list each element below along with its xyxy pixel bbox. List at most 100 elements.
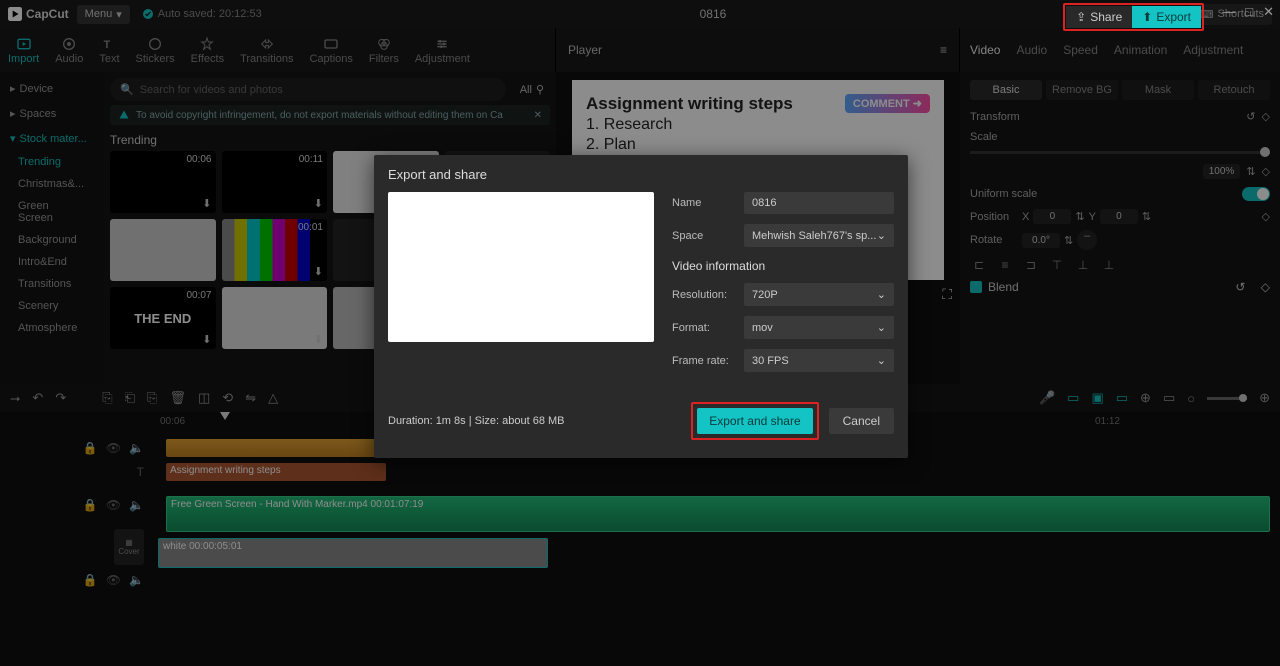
stepper-icon[interactable]: ⇅ (1246, 165, 1255, 178)
resolution-select[interactable]: 720P⌄ (744, 283, 894, 306)
zoom-out-icon[interactable]: ○ (1187, 391, 1195, 406)
mirror-icon[interactable]: ⇋ (245, 390, 256, 406)
crop-icon[interactable]: ◫ (198, 390, 210, 406)
tab-stickers[interactable]: Stickers (136, 36, 175, 65)
rotate-dial[interactable]: – (1077, 230, 1097, 250)
tab-audio[interactable]: Audio (55, 36, 83, 65)
framerate-select[interactable]: 30 FPS⌄ (744, 349, 894, 372)
download-icon[interactable]: ⬇ (314, 333, 323, 346)
export-button[interactable]: ⬆Export (1132, 6, 1201, 28)
align-top-icon[interactable]: ⊤ (1048, 258, 1066, 272)
mute-icon[interactable]: 🔈 (129, 498, 144, 512)
rtab-speed[interactable]: Speed (1063, 43, 1098, 57)
tab-adjustment[interactable]: Adjustment (415, 36, 470, 65)
pos-y-input[interactable]: 0 (1100, 209, 1138, 224)
stepper-icon[interactable]: ⇅ (1064, 234, 1073, 247)
sidebar-sub-christmas[interactable]: Christmas&... (0, 173, 104, 195)
sidebar-sub-atmosphere[interactable]: Atmosphere (0, 317, 104, 339)
filter-all[interactable]: All ⚲ (514, 83, 550, 96)
reverse-icon[interactable]: ⟲ (222, 390, 233, 406)
blend-checkbox[interactable] (970, 281, 982, 293)
split-right-icon[interactable]: ⎘ (147, 390, 157, 406)
keyframe-icon[interactable]: ◇ (1262, 111, 1270, 123)
align-bottom-icon[interactable]: ⊥ (1100, 258, 1118, 272)
eye-icon[interactable]: 👁 (106, 498, 121, 512)
name-input[interactable]: 0816 (744, 192, 894, 214)
lock-icon[interactable]: 🔒 (83, 441, 98, 455)
video-clip[interactable]: Free Green Screen - Hand With Marker.mp4… (166, 496, 1270, 532)
export-and-share-button[interactable]: Export and share (697, 408, 812, 434)
stepper-icon[interactable]: ⇅ (1142, 210, 1151, 223)
close-icon[interactable]: ✕ (534, 110, 542, 121)
lock-icon[interactable]: 🔒 (83, 498, 98, 512)
align-right-icon[interactable]: ⊐ (1022, 258, 1040, 272)
stepper-icon[interactable]: ⇅ (1075, 210, 1084, 223)
project-title[interactable]: 0816 (270, 7, 1157, 21)
rotate-input[interactable]: 0.0° (1022, 233, 1060, 248)
subtab-removebg[interactable]: Remove BG (1046, 80, 1118, 100)
tab-text[interactable]: TText (99, 36, 119, 65)
minimize-icon[interactable]: ― (1222, 4, 1235, 20)
format-select[interactable]: mov⌄ (744, 316, 894, 339)
align-center-icon[interactable]: ≡ (996, 258, 1014, 272)
keyframe-icon[interactable]: ◇ (1262, 210, 1270, 223)
rtab-audio[interactable]: Audio (1016, 43, 1047, 57)
sidebar-sub-transitions[interactable]: Transitions (0, 273, 104, 295)
cover-button[interactable]: ▦Cover (114, 529, 144, 565)
search-input[interactable]: 🔍Search for videos and photos (110, 78, 506, 101)
subtab-mask[interactable]: Mask (1122, 80, 1194, 100)
tl-opt5-icon[interactable]: ▭ (1163, 390, 1175, 406)
lock-icon[interactable]: 🔒 (83, 573, 98, 587)
split-icon[interactable]: ⎘ (102, 390, 112, 406)
align-left-icon[interactable]: ⊏ (970, 258, 988, 272)
audio-clip[interactable] (166, 439, 396, 457)
maximize-icon[interactable]: □ (1245, 4, 1253, 20)
tl-opt4-icon[interactable]: ⊕ (1140, 390, 1151, 406)
mute-icon[interactable]: 🔈 (129, 441, 144, 455)
eye-icon[interactable]: 👁 (106, 573, 121, 587)
rtab-animation[interactable]: Animation (1114, 43, 1167, 57)
media-thumb[interactable]: ⬇ (222, 287, 328, 349)
share-button[interactable]: ⇪Share (1066, 6, 1132, 28)
cancel-button[interactable]: Cancel (829, 408, 894, 434)
zoom-slider[interactable] (1207, 397, 1247, 400)
tl-opt3-icon[interactable]: ▭ (1116, 390, 1128, 406)
tl-opt2-icon[interactable]: ▣ (1091, 390, 1103, 406)
mute-icon[interactable]: 🔈 (129, 573, 144, 587)
hamburger-icon[interactable]: ≡ (940, 43, 947, 57)
sidebar-sub-introend[interactable]: Intro&End (0, 251, 104, 273)
media-thumb[interactable]: 00:06⬇ (110, 151, 216, 213)
undo-icon[interactable]: ↶ (32, 390, 43, 406)
reset-icon[interactable]: ↺ (1246, 111, 1255, 123)
tab-import[interactable]: Import (8, 36, 39, 65)
media-thumb[interactable]: 00:11⬇ (222, 151, 328, 213)
uniform-toggle[interactable] (1242, 187, 1270, 201)
sidebar-item-spaces[interactable]: ▸ Spaces (0, 101, 104, 126)
text-clip[interactable]: Assignment writing steps (166, 463, 386, 481)
pointer-icon[interactable]: ⭢ (10, 390, 20, 406)
delete-icon[interactable]: 🗑 (169, 390, 186, 406)
sidebar-sub-background[interactable]: Background (0, 229, 104, 251)
zoom-in-icon[interactable]: ⊕ (1259, 390, 1270, 406)
menu-button[interactable]: Menu ▾ (77, 5, 130, 24)
scale-value[interactable]: 100% (1203, 164, 1241, 179)
subtab-retouch[interactable]: Retouch (1198, 80, 1270, 100)
keyframe-icon[interactable]: ◇ (1262, 165, 1270, 178)
scale-slider[interactable] (970, 151, 1270, 154)
image-clip[interactable]: white 00:00:05:01 (158, 538, 548, 568)
close-window-icon[interactable]: ✕ (1263, 4, 1274, 20)
redo-icon[interactable]: ↷ (55, 390, 66, 406)
keyframe-icon[interactable]: ◇ (1261, 280, 1270, 294)
subtab-basic[interactable]: Basic (970, 80, 1042, 100)
align-middle-icon[interactable]: ⊥ (1074, 258, 1092, 272)
reset-icon[interactable]: ↺ (1235, 280, 1245, 294)
speed-icon[interactable]: △ (268, 390, 278, 406)
sidebar-item-device[interactable]: ▸ Device (0, 76, 104, 101)
expand-icon[interactable]: ⛶ (942, 286, 952, 303)
sidebar-sub-trending[interactable]: Trending (0, 151, 104, 173)
playhead[interactable] (220, 412, 230, 430)
download-icon[interactable]: ⬇ (314, 265, 323, 278)
pos-x-input[interactable]: 0 (1033, 209, 1071, 224)
download-icon[interactable]: ⬇ (202, 197, 211, 210)
download-icon[interactable]: ⬇ (314, 197, 323, 210)
